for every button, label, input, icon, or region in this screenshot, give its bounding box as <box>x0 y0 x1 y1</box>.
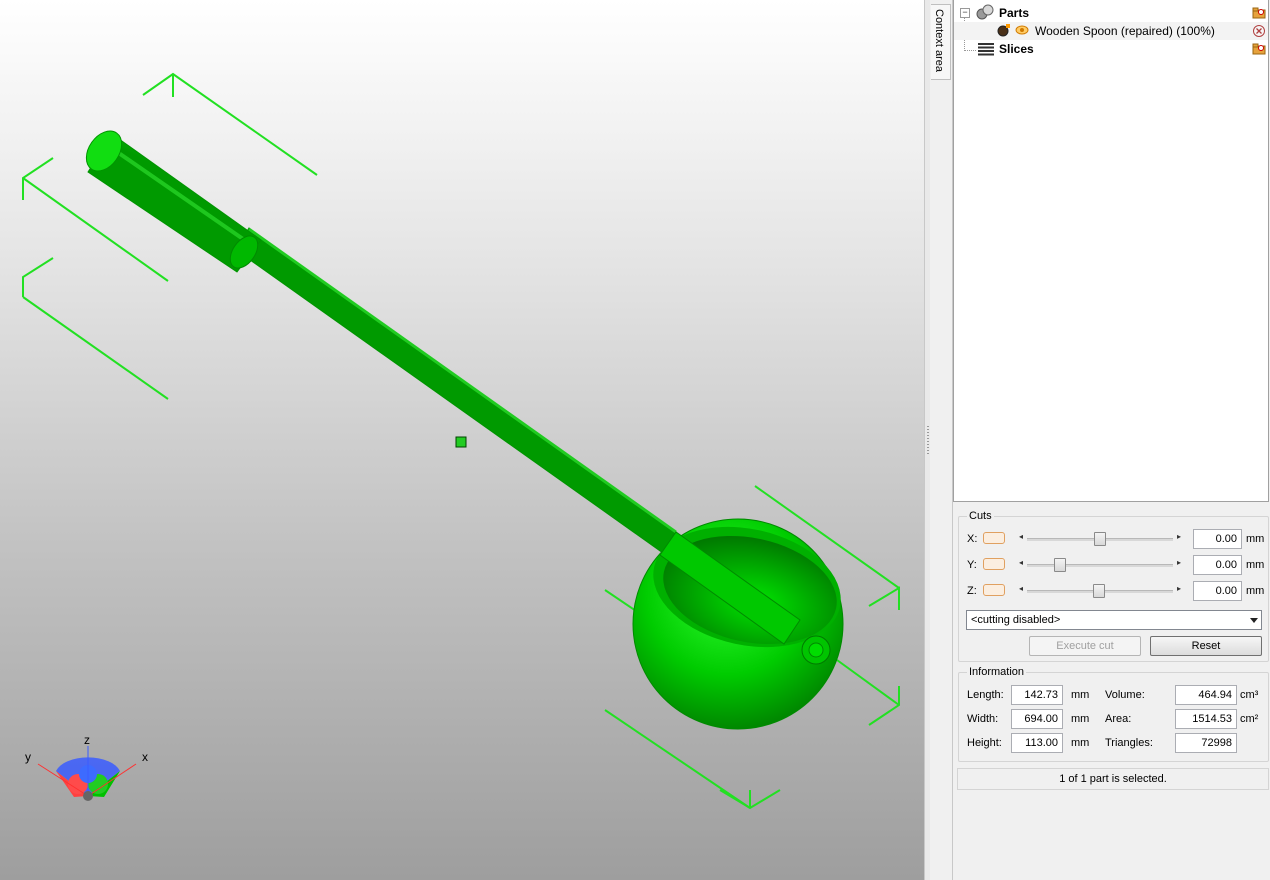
gizmo-x-label: x <box>142 750 148 764</box>
area-unit: cm² <box>1240 713 1259 725</box>
tree-item-parts[interactable]: − Parts <box>954 4 1268 22</box>
volume-value: 464.94 <box>1175 685 1237 705</box>
height-label: Height: <box>967 737 1002 749</box>
cut-y-input[interactable]: 0.00 <box>1193 555 1242 575</box>
length-label: Length: <box>967 689 1004 701</box>
volume-label: Volume: <box>1105 689 1145 701</box>
rotation-pivot-handle[interactable] <box>455 436 467 448</box>
cut-x-slider[interactable]: ◂ ▸ <box>1017 532 1183 546</box>
context-area-label: Context area <box>933 9 945 72</box>
cut-y-slider[interactable]: ◂ ▸ <box>1017 558 1183 572</box>
splitter-grip[interactable] <box>927 426 929 456</box>
remove-part-icon[interactable] <box>1252 24 1266 38</box>
width-unit: mm <box>1071 713 1090 725</box>
cut-x-label: X: <box>967 533 978 545</box>
cut-z-slider-thumb[interactable] <box>1092 584 1105 598</box>
cut-y-slider-thumb[interactable] <box>1053 558 1066 572</box>
cut-mode-select[interactable]: <cutting disabled> <box>966 610 1262 630</box>
visibility-eye-icon[interactable] <box>1015 24 1029 36</box>
area-label: Area: <box>1105 713 1132 725</box>
cut-mode-value: <cutting disabled> <box>971 614 1061 626</box>
triangles-label: Triangles: <box>1105 737 1153 749</box>
cut-x-toggle[interactable] <box>983 532 1005 544</box>
tree-item-label: Parts <box>999 6 1030 20</box>
right-panel: − Parts Wooden Spoon (repaired) (100%) S… <box>953 0 1270 880</box>
cut-z-toggle[interactable] <box>983 584 1005 596</box>
3d-scene[interactable]: z y x <box>0 0 924 880</box>
spoon-model[interactable] <box>79 124 852 730</box>
3d-viewport[interactable]: z y x <box>0 0 924 880</box>
cut-x-input[interactable]: 0.00 <box>1193 529 1242 549</box>
length-value: 142.73 <box>1011 685 1063 705</box>
slices-icon <box>978 43 994 56</box>
cut-z-label: Z: <box>967 585 977 597</box>
area-value: 1514.53 <box>1175 709 1237 729</box>
tree-item-label: Wooden Spoon (repaired) (100%) <box>1035 24 1215 38</box>
reset-button[interactable]: Reset <box>1150 636 1262 656</box>
cut-y-unit: mm <box>1246 559 1265 571</box>
part-icon <box>997 24 1010 37</box>
cut-x-slider-thumb[interactable] <box>1094 532 1106 546</box>
parts-icon <box>976 4 994 20</box>
triangles-value: 72998 <box>1175 733 1237 753</box>
width-value: 694.00 <box>1011 709 1063 729</box>
parts-tree[interactable]: − Parts Wooden Spoon (repaired) (100%) S… <box>953 0 1269 502</box>
context-area-tab[interactable]: Context area <box>931 4 951 80</box>
tree-item-label: Slices <box>999 42 1034 56</box>
gizmo-z-label: z <box>84 733 90 747</box>
context-area-strip: Context area <box>930 0 953 880</box>
collapse-icon[interactable]: − <box>960 8 970 18</box>
selection-status: 1 of 1 part is selected. <box>957 768 1269 790</box>
width-label: Width: <box>967 713 999 725</box>
open-folder-icon[interactable] <box>1252 6 1266 20</box>
open-folder-icon[interactable] <box>1252 42 1266 56</box>
execute-cut-button[interactable]: Execute cut <box>1029 636 1141 656</box>
cut-z-input[interactable]: 0.00 <box>1193 581 1242 601</box>
cut-y-toggle[interactable] <box>983 558 1005 570</box>
tree-item-slices[interactable]: Slices <box>954 40 1268 58</box>
height-value: 113.00 <box>1011 733 1063 753</box>
cut-y-label: Y: <box>967 559 977 571</box>
tree-item-part[interactable]: Wooden Spoon (repaired) (100%) <box>954 22 1268 40</box>
height-unit: mm <box>1071 737 1090 749</box>
volume-unit: cm³ <box>1240 689 1259 701</box>
cuts-title: Cuts <box>967 510 994 522</box>
information-title: Information <box>967 666 1027 678</box>
cut-z-slider[interactable]: ◂ ▸ <box>1017 584 1183 598</box>
gizmo-y-label: y <box>25 750 31 764</box>
cut-z-unit: mm <box>1246 585 1265 597</box>
chevron-down-icon <box>1250 618 1258 623</box>
axes-gizmo: z y x <box>25 733 148 801</box>
cut-x-unit: mm <box>1246 533 1265 545</box>
length-unit: mm <box>1071 689 1090 701</box>
